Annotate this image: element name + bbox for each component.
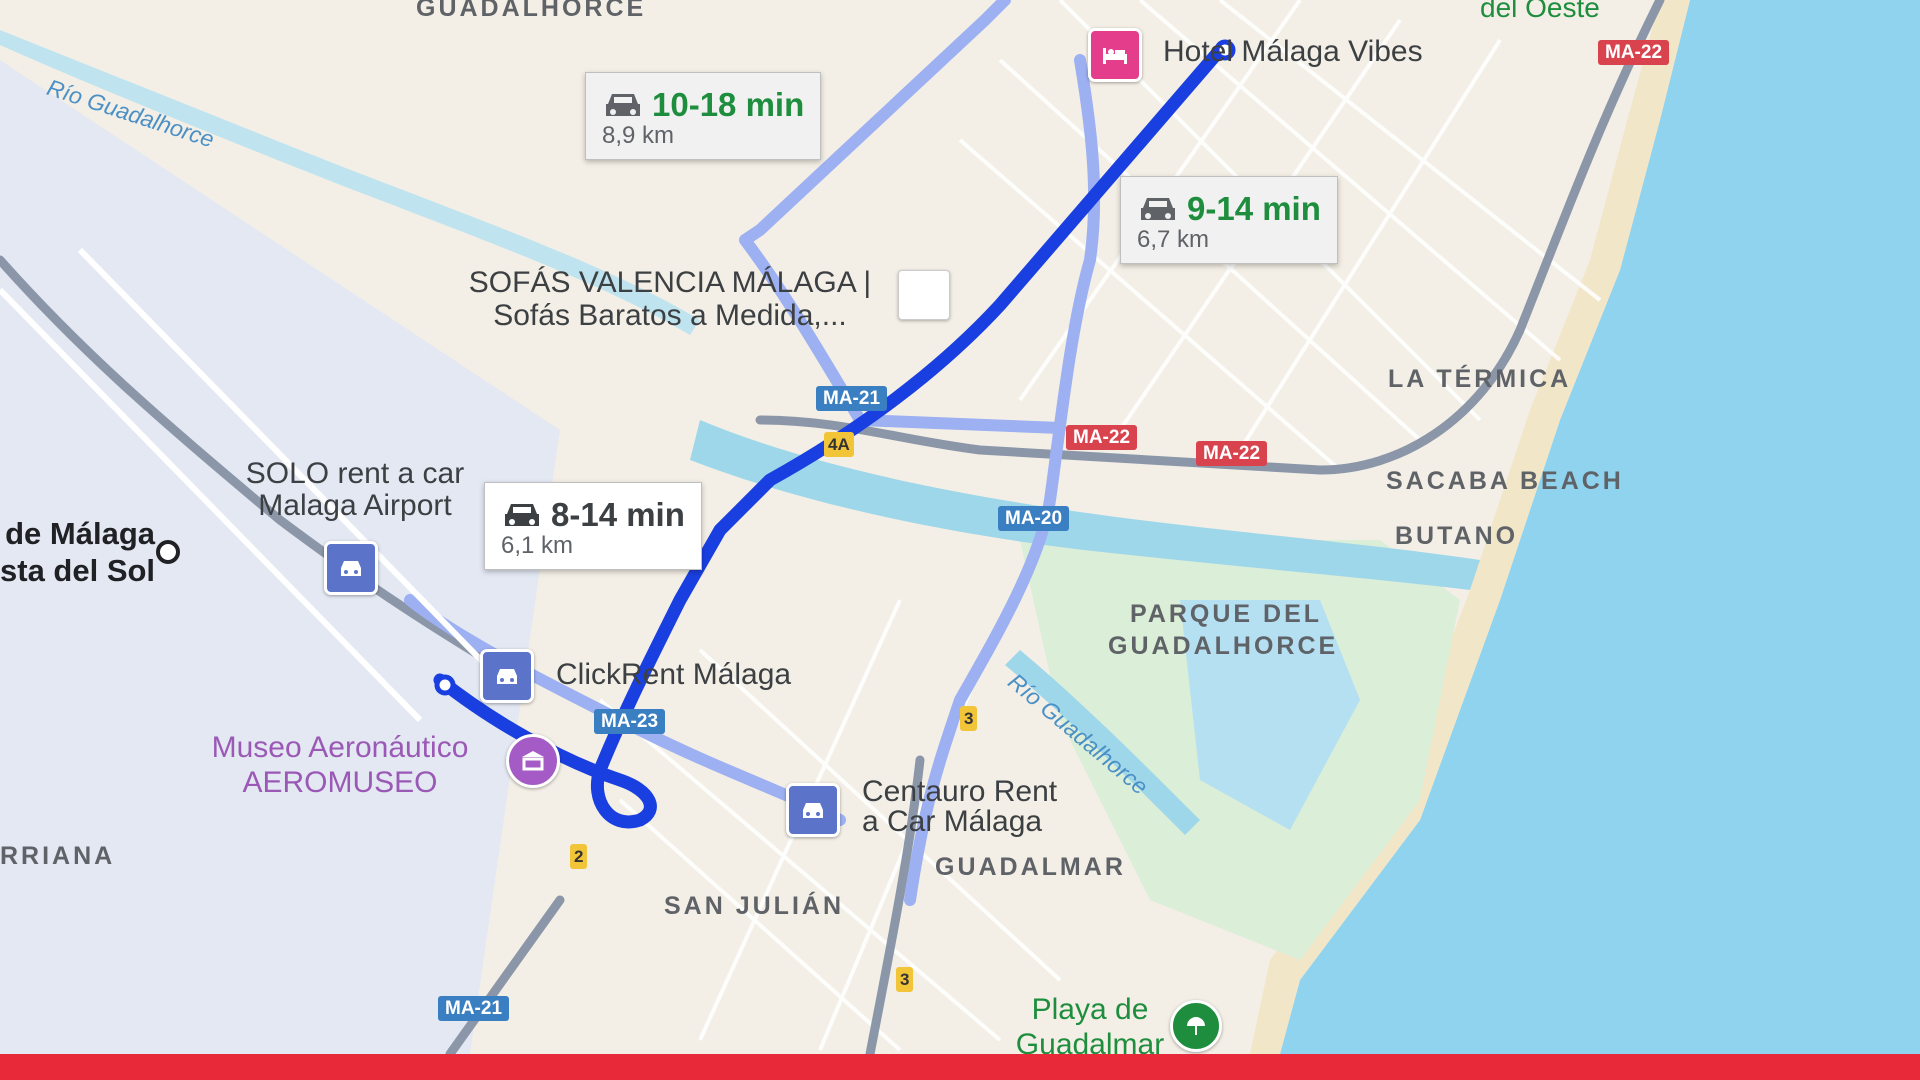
place-airport-line1[interactable]: de Málaga [0,515,155,552]
solo-rental-pin[interactable] [324,541,378,595]
place-sofas-line1[interactable]: SOFÁS VALENCIA MÁLAGA | [440,266,900,299]
place-centauro-line1[interactable]: Centauro Rent [862,775,1057,808]
car-icon [505,504,539,526]
car-icon [606,94,640,116]
bottom-red-bar [0,1054,1920,1080]
centauro-pin[interactable] [786,783,840,837]
place-solo-line2[interactable]: Malaga Airport [220,489,490,522]
car-icon [1141,198,1175,220]
beach-umbrella-icon [1187,1017,1205,1035]
car-rental-icon [341,561,361,576]
place-museum-line2[interactable]: AEROMUSEO [180,766,500,800]
map-canvas[interactable]: GUADALHORCE del Oeste LA TÉRMICA SACABA … [0,0,1920,1080]
route-card-alt-2[interactable]: 9-14 min 6,7 km [1120,176,1338,264]
route-distance-alt-1: 8,9 km [602,122,675,149]
road-shield-exit-3a: 3 [960,706,978,731]
place-sofas-line2[interactable]: Sofás Baratos a Medida,... [440,299,900,332]
area-guadalhorce-top: GUADALHORCE [416,0,647,22]
route-time-selected: 8-14 min [551,496,685,533]
road-shield-ma21-bottom: MA-21 [438,996,510,1021]
route-distance-alt-2: 6,7 km [1137,226,1210,253]
store-icon[interactable] [898,270,950,320]
road-shield-ma22-top: MA-22 [1598,40,1670,65]
area-churriana: RRIANA [0,842,116,870]
area-san-julian: SAN JULIÁN [664,892,845,920]
route-card-alt-1[interactable]: 10-18 min 8,9 km [585,72,822,160]
hotel-pin[interactable] [1088,28,1142,82]
beach-pin[interactable] [1170,1000,1222,1052]
route-card-selected[interactable]: 8-14 min 6,1 km [484,482,702,570]
area-guadalmar: GUADALMAR [935,853,1126,881]
area-la-termica: LA TÉRMICA [1388,365,1572,393]
road-shield-ma22-a: MA-22 [1066,425,1138,450]
place-playa-line1[interactable]: Playa de [985,993,1195,1026]
museum-pin[interactable] [506,734,560,788]
road-shield-ma22-b: MA-22 [1196,441,1268,466]
bed-icon [1103,48,1127,64]
area-parque-guadalhorce: GUADALHORCE [1108,632,1339,660]
road-shield-exit-4a: 4A [824,432,854,457]
map-base [0,0,1920,1080]
area-parque-del: PARQUE DEL [1130,600,1323,628]
place-centauro-line2[interactable]: a Car Málaga [862,805,1042,838]
car-rental-icon [497,669,517,684]
car-rental-icon [803,803,823,818]
route-time-alt-2: 9-14 min [1187,190,1321,227]
place-airport-line2[interactable]: sta del Sol [0,552,155,589]
area-sacaba-beach: SACABA BEACH [1386,467,1624,495]
place-hotel-label[interactable]: Hotel Málaga Vibes [1163,35,1423,68]
road-shield-ma23: MA-23 [594,709,666,734]
road-shield-ma21-mid: MA-21 [816,386,888,411]
clickrent-pin[interactable] [480,649,534,703]
place-museum-line1[interactable]: Museo Aeronáutico [180,731,500,765]
area-butano: BUTANO [1395,522,1519,550]
place-clickrent-label[interactable]: ClickRent Málaga [556,658,791,691]
airport-marker[interactable] [156,540,180,564]
road-shield-exit-2: 2 [570,844,588,869]
place-solo-line1[interactable]: SOLO rent a car [220,457,490,490]
museum-icon [522,751,544,771]
route-time-alt-1: 10-18 min [652,86,805,123]
area-oeste-top: del Oeste [1480,0,1600,23]
road-shield-ma20: MA-20 [998,506,1070,531]
road-shield-exit-3b: 3 [896,967,914,992]
route-distance-selected: 6,1 km [501,532,574,559]
